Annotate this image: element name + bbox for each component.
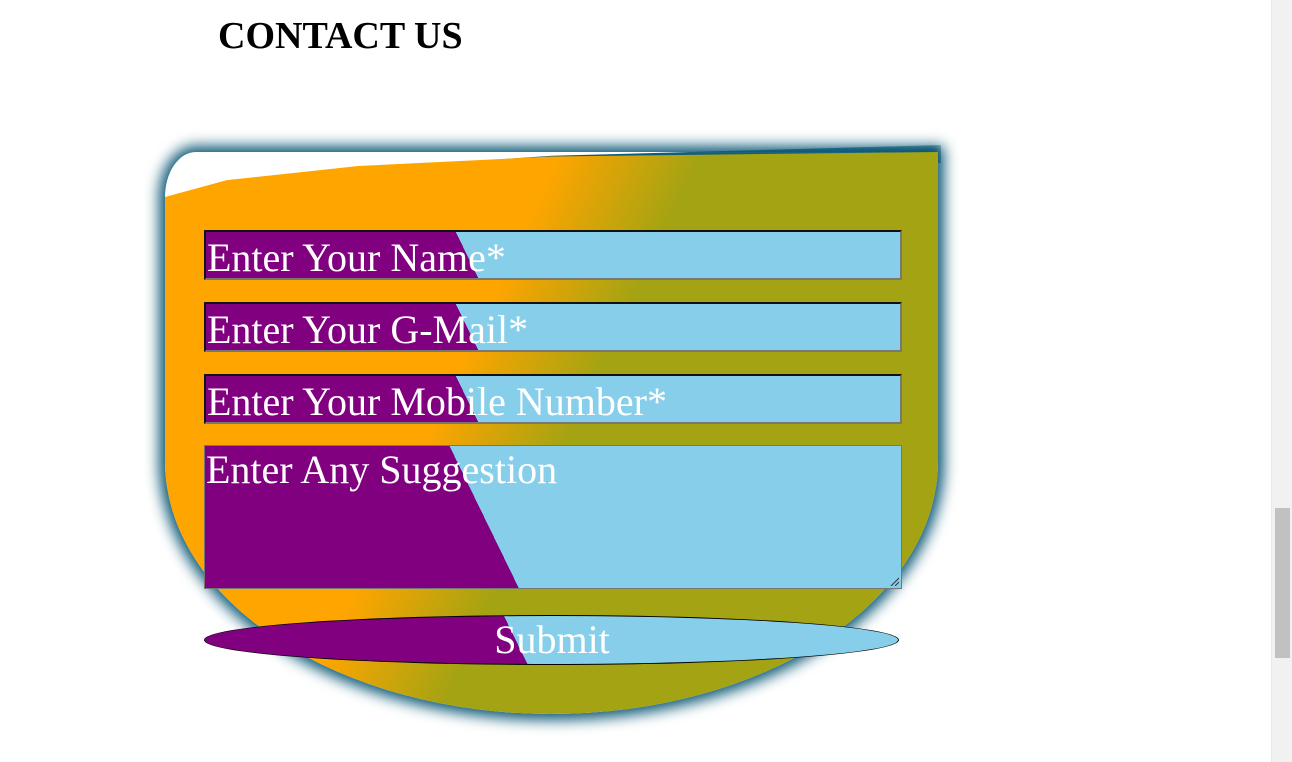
email-field-placeholder: Enter Your G-Mail* bbox=[207, 307, 529, 352]
suggestion-textarea[interactable]: Enter Any Suggestion bbox=[204, 445, 902, 589]
submit-button[interactable]: Submit bbox=[204, 615, 899, 665]
resize-grip-icon[interactable] bbox=[889, 576, 899, 586]
scrollbar-track[interactable] bbox=[1271, 0, 1292, 762]
email-field[interactable]: Enter Your G-Mail* bbox=[204, 302, 902, 352]
mobile-field[interactable]: Enter Your Mobile Number* bbox=[204, 374, 902, 424]
suggestion-textarea-placeholder: Enter Any Suggestion bbox=[206, 447, 558, 492]
mobile-field-placeholder: Enter Your Mobile Number* bbox=[207, 379, 667, 424]
name-field[interactable]: Enter Your Name* bbox=[204, 230, 902, 280]
scrollbar-thumb[interactable] bbox=[1275, 508, 1290, 658]
page-title: CONTACT US bbox=[218, 15, 463, 57]
name-field-placeholder: Enter Your Name* bbox=[207, 235, 506, 280]
